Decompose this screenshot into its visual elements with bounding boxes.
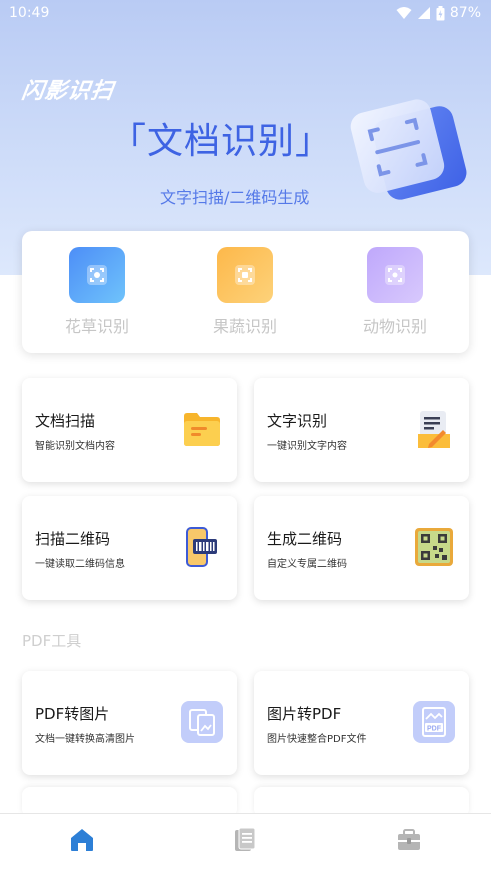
category-fruit-veg[interactable]: 果蔬识别: [190, 247, 300, 337]
feature-pdf-to-image[interactable]: PDF转图片 文档一键转换高清图片: [22, 671, 237, 775]
hero-title: 「文档识别」: [110, 121, 333, 162]
hero-subtitle: 文字扫描/二维码生成: [160, 188, 310, 207]
nav-toolbox[interactable]: [389, 822, 429, 862]
feature-scan-qrcode[interactable]: 扫描二维码 一键读取二维码信息: [22, 496, 237, 600]
feature-title: 文档扫描: [35, 412, 96, 430]
feature-title: 生成二维码: [267, 530, 343, 548]
battery-icon: [436, 5, 445, 21]
folder-icon: [181, 408, 223, 450]
feature-desc: 文档一键转换高清图片: [35, 734, 135, 745]
app-logo: 闪影识扫: [19, 79, 116, 104]
feature-text-recognition[interactable]: 文字识别 一键识别文字内容: [254, 378, 469, 482]
document-pen-icon: [413, 408, 455, 450]
qrcode-icon: [413, 526, 455, 568]
feature-desc: 自定义专属二维码: [267, 559, 347, 570]
feature-desc: 一键识别文字内容: [267, 441, 347, 452]
flower-scan-icon: [69, 247, 125, 303]
category-label: 花草识别: [64, 317, 129, 336]
wifi-icon: [396, 6, 412, 20]
feature-document-scan[interactable]: 文档扫描 智能识别文档内容: [22, 378, 237, 482]
feature-title: 图片转PDF: [267, 705, 342, 723]
animal-scan-icon: [367, 247, 423, 303]
nav-documents[interactable]: [225, 822, 265, 862]
home-icon: [69, 827, 95, 857]
category-label: 果蔬识别: [212, 317, 277, 336]
category-animal[interactable]: 动物识别: [340, 247, 450, 337]
image-to-pdf-icon: PDF: [413, 701, 455, 743]
feature-image-to-pdf[interactable]: 图片转PDF 图片快速整合PDF文件 PDF: [254, 671, 469, 775]
feature-title: PDF转图片: [35, 705, 110, 723]
phone-barcode-icon: [181, 526, 223, 568]
status-time: 10:49: [9, 5, 50, 21]
feature-desc: 图片快速整合PDF文件: [267, 734, 367, 745]
feature-generate-qrcode[interactable]: 生成二维码 自定义专属二维码: [254, 496, 469, 600]
toolbox-icon: [396, 827, 422, 857]
svg-text:PDF: PDF: [427, 726, 442, 733]
document-list-icon: [232, 827, 258, 857]
signal-icon: [417, 6, 431, 20]
section-label-pdf: PDF工具: [22, 632, 82, 650]
scan-cube-illustration: [348, 92, 474, 214]
feature-title: 扫描二维码: [35, 530, 111, 548]
feature-desc: 智能识别文档内容: [35, 441, 115, 452]
bottom-navigation: [0, 813, 491, 873]
battery-percent: 87%: [449, 5, 481, 21]
category-flower[interactable]: 花草识别: [42, 247, 152, 337]
recognition-categories-card: 花草识别 果蔬识别 动物识别: [22, 231, 469, 353]
nav-home[interactable]: [62, 822, 102, 862]
status-bar: 10:49 87%: [0, 0, 491, 28]
feature-title: 文字识别: [267, 412, 328, 430]
fruit-scan-icon: [217, 247, 273, 303]
pdf-to-image-icon: [181, 701, 223, 743]
feature-desc: 一键读取二维码信息: [35, 559, 125, 570]
category-label: 动物识别: [362, 317, 427, 336]
